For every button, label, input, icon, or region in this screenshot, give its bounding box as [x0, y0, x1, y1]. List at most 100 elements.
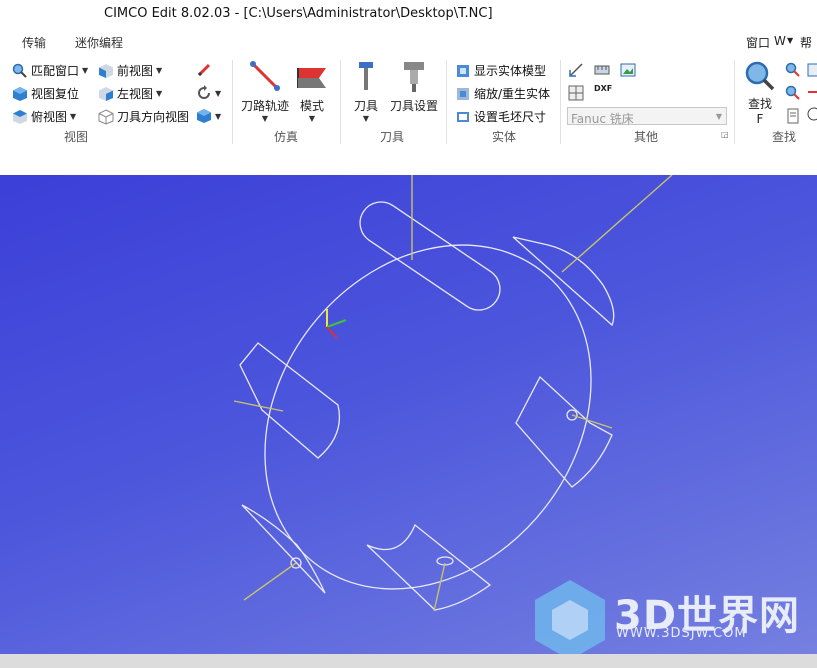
- find-shortcut: F: [756, 112, 764, 126]
- mode-icon: [297, 68, 326, 88]
- part-outline: [264, 244, 592, 590]
- document-tab-strip: [0, 150, 817, 176]
- toolpath-label: 刀路轨迹: [240, 99, 289, 113]
- set-stock-label: 设置毛坯尺寸: [474, 110, 547, 124]
- reset-view-button[interactable]: 视图复位: [12, 85, 79, 102]
- reset-view-label: 视图复位: [31, 87, 80, 101]
- grid-icon[interactable]: [568, 85, 584, 104]
- tool-line: [571, 414, 613, 429]
- tool-button[interactable]: 刀具 ▼: [350, 60, 382, 123]
- fit-window-label: 匹配窗口: [31, 64, 80, 78]
- mode-button[interactable]: 模式 ▼: [294, 60, 330, 123]
- watermark-logo: [535, 580, 605, 654]
- show-solid-label: 显示实体模型: [474, 64, 547, 78]
- tool-line: [561, 175, 673, 273]
- fit-window-button[interactable]: 匹配窗口 ▼: [12, 62, 88, 79]
- chevron-down-icon: ▼: [362, 114, 370, 123]
- set-stock-button[interactable]: 设置毛坯尺寸: [455, 108, 546, 125]
- rotate-button[interactable]: ▼: [196, 85, 221, 101]
- chevron-down-icon: ▼: [308, 114, 316, 123]
- regen-icon: [457, 87, 469, 100]
- tool-settings-label: 刀具设置: [389, 99, 438, 113]
- group-separator: [232, 60, 233, 144]
- pocket-right: [515, 375, 613, 488]
- stock-icon: [457, 111, 469, 122]
- slot-pocket: [359, 201, 501, 311]
- tool-label: 刀具: [353, 99, 378, 113]
- group-label-other: 其他: [634, 130, 659, 144]
- w-menu[interactable]: W: [774, 34, 786, 48]
- magnifier-icon: [745, 61, 775, 91]
- dialog-launcher-icon[interactable]: ◲: [721, 130, 729, 139]
- show-solid-button[interactable]: 显示实体模型: [455, 62, 546, 79]
- zoom-regen-label: 缩放/重生实体: [474, 87, 551, 101]
- title-bar: CIMCO Edit 8.02.03 - [C:\Users\Administr…: [0, 0, 817, 28]
- group-separator: [560, 60, 561, 144]
- group-separator: [446, 60, 447, 144]
- chevron-down-icon: ▼: [82, 66, 89, 75]
- left-view-icon: [99, 86, 113, 101]
- machine-select-value: Fanuc 铣床: [571, 112, 634, 126]
- pocket-lower-left: [241, 504, 326, 594]
- solid-cube-icon: [197, 109, 211, 123]
- group-separator: [340, 60, 341, 144]
- chevron-down-icon: ▼: [215, 111, 222, 121]
- group-separator: [734, 60, 735, 144]
- chevron-down-icon: ▼: [156, 89, 163, 98]
- chevron-down-icon: ▼: [215, 88, 222, 98]
- chevron-down-icon: ▼: [261, 114, 269, 123]
- axis-triad: [326, 309, 347, 339]
- document-icon[interactable]: [785, 108, 801, 127]
- more-find-icons[interactable]: [806, 62, 817, 124]
- find-button[interactable]: 查找 F: [742, 60, 778, 126]
- tool-line: [433, 562, 446, 612]
- tool-line: [243, 562, 297, 601]
- group-label-find: 查找: [772, 130, 797, 144]
- tool-settings-icon: [404, 62, 424, 92]
- watermark-url: WWW.3DSJW.COM: [616, 626, 747, 641]
- tool-direction-view-button[interactable]: 刀具方向视图: [98, 108, 189, 125]
- group-label-solid: 实体: [492, 130, 517, 144]
- measure-icon[interactable]: [568, 62, 584, 81]
- dxf-label: DXF: [594, 84, 613, 93]
- front-view-icon: [99, 63, 113, 78]
- pocket-upper-right: [512, 236, 615, 327]
- machine-select[interactable]: Fanuc 铣床 ▼: [567, 107, 727, 126]
- tool-settings-button[interactable]: 刀具设置: [388, 60, 440, 114]
- top-view-button[interactable]: 俯视图 ▼: [12, 108, 76, 125]
- window-menu[interactable]: 窗口: [746, 34, 770, 51]
- solid-model-icon: [457, 64, 469, 77]
- tab-mini-programming[interactable]: 迷你编程: [75, 34, 123, 51]
- backplot-viewport[interactable]: 3D世界网 WWW.3DSJW.COM: [0, 175, 817, 654]
- chevron-down-icon: ▼: [715, 112, 722, 121]
- dxf-button[interactable]: DXF: [594, 84, 612, 93]
- tab-transfer[interactable]: 传输: [22, 34, 46, 51]
- zoom-fit-icon: [12, 63, 27, 78]
- chevron-down-icon: ▼: [156, 66, 163, 75]
- ruler-icon[interactable]: [594, 62, 610, 81]
- chevron-down-icon: ▼: [787, 36, 794, 45]
- shading-button[interactable]: ▼: [196, 108, 221, 124]
- group-label-tool: 刀具: [380, 130, 405, 144]
- status-bar: [0, 654, 817, 668]
- top-view-label: 俯视图: [31, 110, 68, 124]
- pocket-bottom: [366, 523, 492, 611]
- image-icon[interactable]: [620, 62, 636, 81]
- toolpath-button[interactable]: 刀路轨迹 ▼: [240, 60, 290, 123]
- find-next-icon[interactable]: [785, 62, 801, 81]
- chevron-down-icon: ▼: [70, 112, 77, 121]
- group-label-simulation: 仿真: [274, 130, 299, 144]
- tool-icon: [359, 62, 373, 90]
- tool-direction-view-label: 刀具方向视图: [117, 110, 190, 124]
- cube-icon: [13, 86, 27, 101]
- top-view-icon: [13, 109, 27, 124]
- find-prev-icon[interactable]: [785, 85, 801, 104]
- wire-cube-icon: [98, 108, 114, 125]
- left-view-button[interactable]: 左视图 ▼: [98, 85, 162, 102]
- zoom-regen-button[interactable]: 缩放/重生实体: [455, 85, 550, 102]
- toolpath-icon: [250, 61, 280, 91]
- group-label-view: 视图: [64, 130, 89, 144]
- front-view-button[interactable]: 前视图 ▼: [98, 62, 162, 79]
- pencil-icon[interactable]: [196, 62, 212, 81]
- find-label: 查找: [747, 97, 772, 111]
